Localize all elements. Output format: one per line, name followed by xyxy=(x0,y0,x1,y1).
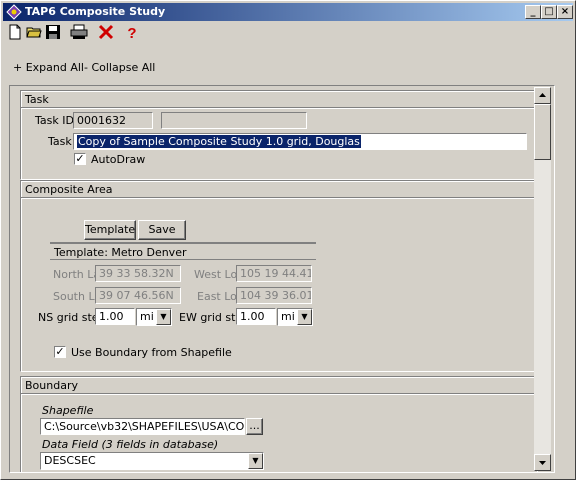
template-button[interactable]: Template xyxy=(84,220,136,240)
delete-button[interactable] xyxy=(96,23,116,43)
task-label: Task xyxy=(48,135,72,148)
data-field-label: Data Field (3 fields in database) xyxy=(42,438,219,451)
use-boundary-checkbox[interactable]: ✓ xyxy=(54,346,66,358)
boundary-section-title[interactable]: Boundary xyxy=(25,379,78,392)
ew-grid-unit-select[interactable]: mi ▼ xyxy=(277,308,313,326)
use-boundary-label: Use Boundary from Shapefile xyxy=(71,346,232,359)
task-divider xyxy=(21,107,537,109)
task-id-field: 0001632 xyxy=(73,112,153,129)
composite-section-title[interactable]: Composite Area xyxy=(25,183,113,196)
title-bar[interactable]: TAP6 Composite Study _ □ × xyxy=(3,3,573,21)
data-field-value: DESCSEC xyxy=(44,454,96,467)
task-id-extra-field xyxy=(161,112,307,129)
chevron-down-icon[interactable]: ▼ xyxy=(248,453,263,469)
task-name-input[interactable]: Copy of Sample Composite Study 1.0 grid,… xyxy=(73,133,527,150)
ns-grid-unit-select[interactable]: mi ▼ xyxy=(136,308,172,326)
app-icon xyxy=(6,4,22,20)
browse-shapefile-button[interactable]: ... xyxy=(246,418,263,435)
help-button[interactable]: ? xyxy=(122,23,142,43)
open-icon xyxy=(26,24,42,43)
save-icon xyxy=(45,24,61,43)
south-lat-field: 39 07 46.56N xyxy=(95,287,181,304)
print-button[interactable] xyxy=(69,23,89,43)
task-section-title[interactable]: Task xyxy=(25,93,49,106)
task-section: Task Task ID: 0001632 Task Copy of Sampl… xyxy=(20,90,538,180)
close-window-button[interactable]: × xyxy=(557,5,573,19)
east-lon-field: 104 39 36.01W xyxy=(236,287,312,304)
autodraw-label: AutoDraw xyxy=(91,153,146,166)
minimize-button[interactable]: _ xyxy=(525,5,541,19)
sections-panel: Task Task ID: 0001632 Task Copy of Sampl… xyxy=(9,85,555,473)
composite-divider xyxy=(21,197,537,199)
template-name-bar: Template: Metro Denver xyxy=(50,242,316,260)
north-lat-field: 39 33 58.32N xyxy=(95,265,181,282)
ns-grid-unit-value: mi xyxy=(140,310,154,323)
scroll-thumb[interactable] xyxy=(534,104,551,160)
vertical-scrollbar[interactable] xyxy=(534,87,551,471)
app-window: TAP6 Composite Study _ □ × ? + Expand Al… xyxy=(0,0,576,480)
window-title: TAP6 Composite Study xyxy=(25,5,166,18)
composite-area-section: Composite Area Template Save Template: M… xyxy=(20,180,538,372)
help-icon: ? xyxy=(127,24,137,42)
print-icon xyxy=(70,24,88,43)
autodraw-checkbox[interactable]: ✓ xyxy=(74,153,86,165)
new-icon xyxy=(7,24,23,43)
ew-grid-step-input[interactable]: 1.00 xyxy=(236,308,276,325)
shapefile-path-input[interactable]: C:\Source\vb32\SHAPEFILES\USA\CO\co_co xyxy=(40,418,245,435)
task-name-text: Copy of Sample Composite Study 1.0 grid,… xyxy=(77,135,361,148)
boundary-section: Boundary Shapefile C:\Source\vb32\SHAPEF… xyxy=(20,376,538,472)
ew-grid-unit-value: mi xyxy=(281,310,295,323)
save-toolbar-button[interactable] xyxy=(43,23,63,43)
maximize-button[interactable]: □ xyxy=(541,5,557,19)
west-lon-field: 105 19 44.41W xyxy=(236,265,312,282)
open-button[interactable] xyxy=(24,23,44,43)
ns-grid-step-input[interactable]: 1.00 xyxy=(95,308,135,325)
task-id-label: Task ID: xyxy=(35,114,78,127)
collapse-all-link[interactable]: - Collapse All xyxy=(84,61,155,74)
delete-icon xyxy=(98,24,114,43)
chevron-down-icon[interactable]: ▼ xyxy=(297,309,312,325)
data-field-select[interactable]: DESCSEC ▼ xyxy=(40,452,264,470)
scroll-up-button[interactable] xyxy=(534,87,551,104)
boundary-divider xyxy=(21,393,537,395)
new-button[interactable] xyxy=(5,23,25,43)
save-template-button[interactable]: Save xyxy=(138,220,186,240)
chevron-down-icon[interactable]: ▼ xyxy=(156,309,171,325)
scroll-down-button[interactable] xyxy=(534,454,551,471)
toolbar: ? xyxy=(5,23,565,45)
shapefile-label: Shapefile xyxy=(42,404,94,417)
expand-all-link[interactable]: + Expand All xyxy=(13,61,84,74)
